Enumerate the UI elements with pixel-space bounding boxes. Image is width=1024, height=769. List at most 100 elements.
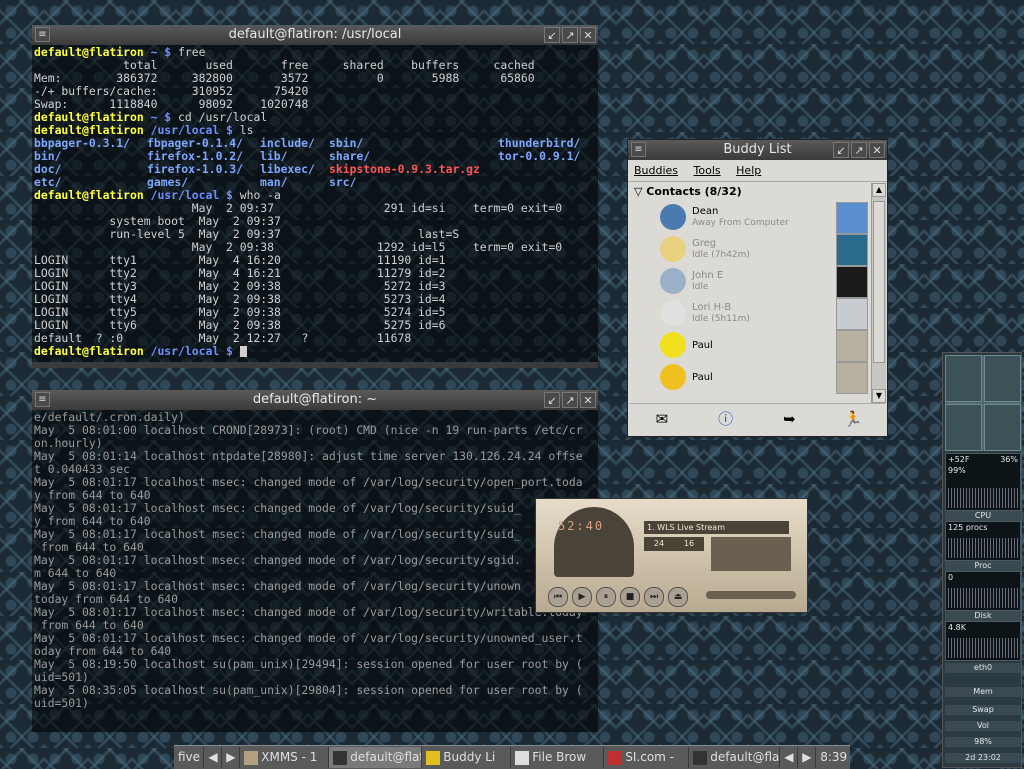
task-app-icon: [333, 750, 348, 765]
taskbar-task[interactable]: File Brow: [511, 747, 605, 768]
window-menu-icon[interactable]: ≡: [631, 142, 646, 157]
menu-tools[interactable]: Tools: [688, 161, 727, 180]
buddy-scrollbar[interactable]: ▲ ▼: [871, 183, 886, 403]
prev-workspace-icon[interactable]: ◀: [204, 747, 223, 768]
terminal-titlebar[interactable]: ≡ default@flatiron: /usr/local ↙ ↗ ✕: [32, 25, 598, 45]
menu-buddies[interactable]: Buddies: [628, 161, 684, 180]
eject-icon[interactable]: ⏏: [668, 587, 688, 607]
buddy-list-window[interactable]: ≡ Buddy List ↙ ↗ ✕ Buddies Tools Help ▽ …: [627, 139, 888, 437]
buddy-item[interactable]: John E Idle: [630, 265, 872, 298]
shade-icon[interactable]: ↙: [833, 142, 849, 158]
info-icon[interactable]: ⓘ: [715, 408, 737, 430]
pager-desktop[interactable]: [984, 355, 1021, 402]
terminal-line: doc/firefox-1.0.3/libexec/skipstone-0.9.…: [34, 163, 596, 176]
cpu-graph: [948, 488, 1018, 508]
pager-desktop[interactable]: [984, 404, 1021, 451]
next-task-icon[interactable]: ▶: [798, 747, 817, 768]
play-icon[interactable]: ▶: [572, 587, 592, 607]
menu-label: Help: [736, 164, 762, 177]
pager-desktop[interactable]: [945, 404, 982, 451]
window-menu-icon[interactable]: ≡: [35, 27, 50, 42]
buddy-name: Paul: [692, 340, 713, 351]
window-title: Buddy List: [723, 142, 792, 157]
menu-help[interactable]: Help: [730, 161, 767, 180]
buddy-name: John E: [692, 270, 724, 281]
window-menu-icon[interactable]: ≡: [35, 392, 50, 407]
pager-desktop[interactable]: [945, 355, 982, 402]
load-value: 0: [948, 573, 954, 582]
gkrellm-monitor: +52F 36% 99% CPU 125 procs Proc 0 Disk 4…: [942, 352, 1022, 768]
khz-value: 16: [683, 539, 695, 548]
buddy-item[interactable]: Paul: [630, 329, 872, 362]
pause-icon[interactable]: ⏸: [596, 587, 616, 607]
buddy-status-icon: [660, 236, 686, 262]
buddy-item[interactable]: Dean Away From Computer: [630, 201, 872, 234]
close-icon[interactable]: ✕: [580, 27, 596, 43]
workspace-name[interactable]: five: [174, 747, 205, 768]
maximize-icon[interactable]: ↗: [562, 27, 578, 43]
close-icon[interactable]: ✕: [869, 142, 885, 158]
command-text: cd /usr/local: [178, 110, 268, 124]
send-im-icon[interactable]: ✉: [651, 408, 673, 430]
vol-percent[interactable]: 98%: [945, 737, 1021, 747]
proc-graph: [948, 538, 1018, 558]
previous-icon[interactable]: ⏮: [548, 587, 568, 607]
buddy-item[interactable]: Paul: [630, 361, 872, 394]
xmms-seek-bar[interactable]: [706, 591, 796, 599]
prev-task-icon[interactable]: ◀: [780, 747, 799, 768]
buddy-status: Idle: [692, 282, 709, 292]
taskbar-task[interactable]: SI.com -: [604, 747, 690, 768]
cpu-label: CPU: [945, 511, 1021, 521]
xmms-time[interactable]: 52:40: [558, 519, 604, 533]
task-app-icon: [426, 750, 441, 765]
window-bottom-border[interactable]: [32, 362, 598, 368]
terminal-titlebar[interactable]: ≡ default@flatiron: ~ ↙ ↗ ✕: [32, 390, 598, 410]
buddy-toolbar: ✉ ⓘ ➥ 🏃: [630, 403, 885, 434]
scroll-up-icon[interactable]: ▲: [872, 183, 886, 197]
buddy-name: Paul: [692, 372, 713, 383]
task-label: SI.com -: [625, 750, 674, 764]
group-header[interactable]: ▽ Contacts (8/32): [630, 183, 872, 201]
menu-label: Tools: [693, 164, 721, 177]
scroll-down-icon[interactable]: ▼: [872, 389, 886, 403]
close-icon[interactable]: ✕: [580, 392, 596, 408]
taskbar-task[interactable]: default@flati: [689, 747, 781, 768]
clock: 8:39: [820, 750, 848, 764]
xmms-display: [554, 507, 634, 577]
cpu-panel: +52F 36% 99%: [945, 453, 1021, 511]
buddy-list[interactable]: ▽ Contacts (8/32) Dean Away From Computer…: [630, 183, 872, 403]
buddy-status: Idle (7h42m): [692, 250, 750, 260]
next-icon[interactable]: ⏭: [644, 587, 664, 607]
log-line: May 5 08:35:05 localhost su(pam_unix)[29…: [34, 683, 583, 697]
xmms-song-title[interactable]: 1. WLS Live Stream: [644, 521, 789, 534]
buddy-item[interactable]: Lori H-B Idle (5h11m): [630, 297, 872, 330]
xmms-player[interactable]: 52:40 1. WLS Live Stream 24 16 ⏮ ▶ ⏸ ■ ⏭…: [535, 498, 808, 613]
taskbar-task[interactable]: Buddy Li: [422, 747, 512, 768]
desktop-pager[interactable]: [945, 355, 1021, 451]
maximize-icon[interactable]: ↗: [562, 392, 578, 408]
away-icon[interactable]: 🏃: [842, 408, 864, 430]
buddy-status-icon: [660, 364, 686, 390]
taskbar-task[interactable]: default@flati: [329, 747, 423, 768]
buddy-item[interactable]: Greg Idle (7h42m): [630, 233, 872, 266]
maximize-icon[interactable]: ↗: [851, 142, 867, 158]
load-graph: [948, 588, 1018, 608]
shade-icon[interactable]: ↙: [544, 27, 560, 43]
taskbar-task[interactable]: XMMS - 1: [240, 747, 330, 768]
terminal-output[interactable]: e/default/.cron.daily) May 5 08:01:00 loc…: [34, 411, 596, 726]
scroll-thumb[interactable]: [873, 201, 885, 363]
vol-label[interactable]: Vol: [945, 721, 1021, 731]
chat-icon[interactable]: ➥: [778, 408, 800, 430]
window-title: default@flatiron: ~: [252, 392, 378, 407]
log-line: uid=501): [34, 696, 89, 710]
xmms-eq-panel[interactable]: [711, 537, 791, 571]
terminal-window-usr-local[interactable]: ≡ default@flatiron: /usr/local ↙ ↗ ✕ def…: [32, 25, 598, 368]
taskbar: five ◀ ▶ XMMS - 1 default@flati Buddy Li Fi…: [174, 745, 850, 769]
next-workspace-icon[interactable]: ▶: [222, 747, 241, 768]
terminal-output[interactable]: default@flatiron ~ $ free total used fre…: [34, 46, 596, 362]
terminal-window-home[interactable]: ≡ default@flatiron: ~ ↙ ↗ ✕ e/default/.c…: [32, 390, 598, 732]
stop-icon[interactable]: ■: [620, 587, 640, 607]
buddy-list-titlebar[interactable]: ≡ Buddy List ↙ ↗ ✕: [628, 140, 887, 160]
shade-icon[interactable]: ↙: [544, 392, 560, 408]
